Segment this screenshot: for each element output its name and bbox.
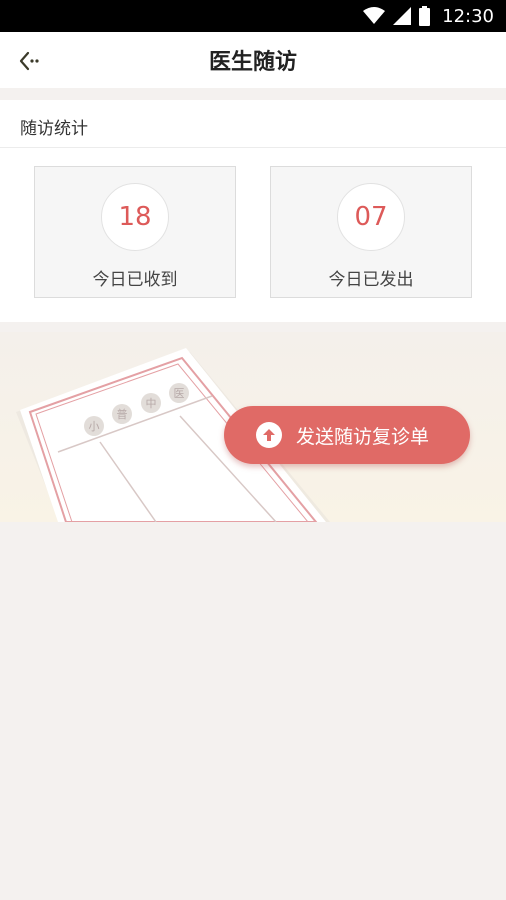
received-today-box[interactable]: 18 今日已收到: [34, 166, 236, 298]
send-button-label: 发送随访复诊单: [296, 425, 430, 448]
sent-count: 07: [337, 183, 405, 251]
paper-stamp: 中: [146, 397, 157, 410]
send-followup-form-button[interactable]: 发送随访复诊单: [224, 406, 470, 464]
battery-icon: [419, 6, 431, 26]
sent-today-box[interactable]: 07 今日已发出: [270, 166, 472, 298]
paper-stamp: 小: [89, 420, 100, 433]
status-time: 12:30: [442, 5, 494, 27]
upload-icon: [256, 422, 282, 448]
stats-section-title: 随访统计: [20, 119, 88, 139]
section-gap: [0, 88, 506, 100]
status-bar: 12:30: [0, 0, 506, 32]
signal-icon: [393, 7, 412, 25]
sent-label: 今日已发出: [328, 270, 414, 290]
received-label: 今日已收到: [92, 270, 178, 290]
received-count: 18: [101, 183, 169, 251]
back-button[interactable]: [14, 46, 44, 76]
app-header: 医生随访: [0, 32, 506, 88]
followup-stats-card: 随访统计 18 今日已收到 07 今日已发出: [0, 100, 506, 322]
page-title: 医生随访: [208, 50, 297, 75]
paper-stamp: 医: [174, 387, 185, 400]
divider: [0, 147, 506, 148]
wifi-icon: [363, 7, 386, 24]
back-arrow-icon: [19, 51, 39, 71]
paper-stamp: 普: [117, 407, 128, 421]
